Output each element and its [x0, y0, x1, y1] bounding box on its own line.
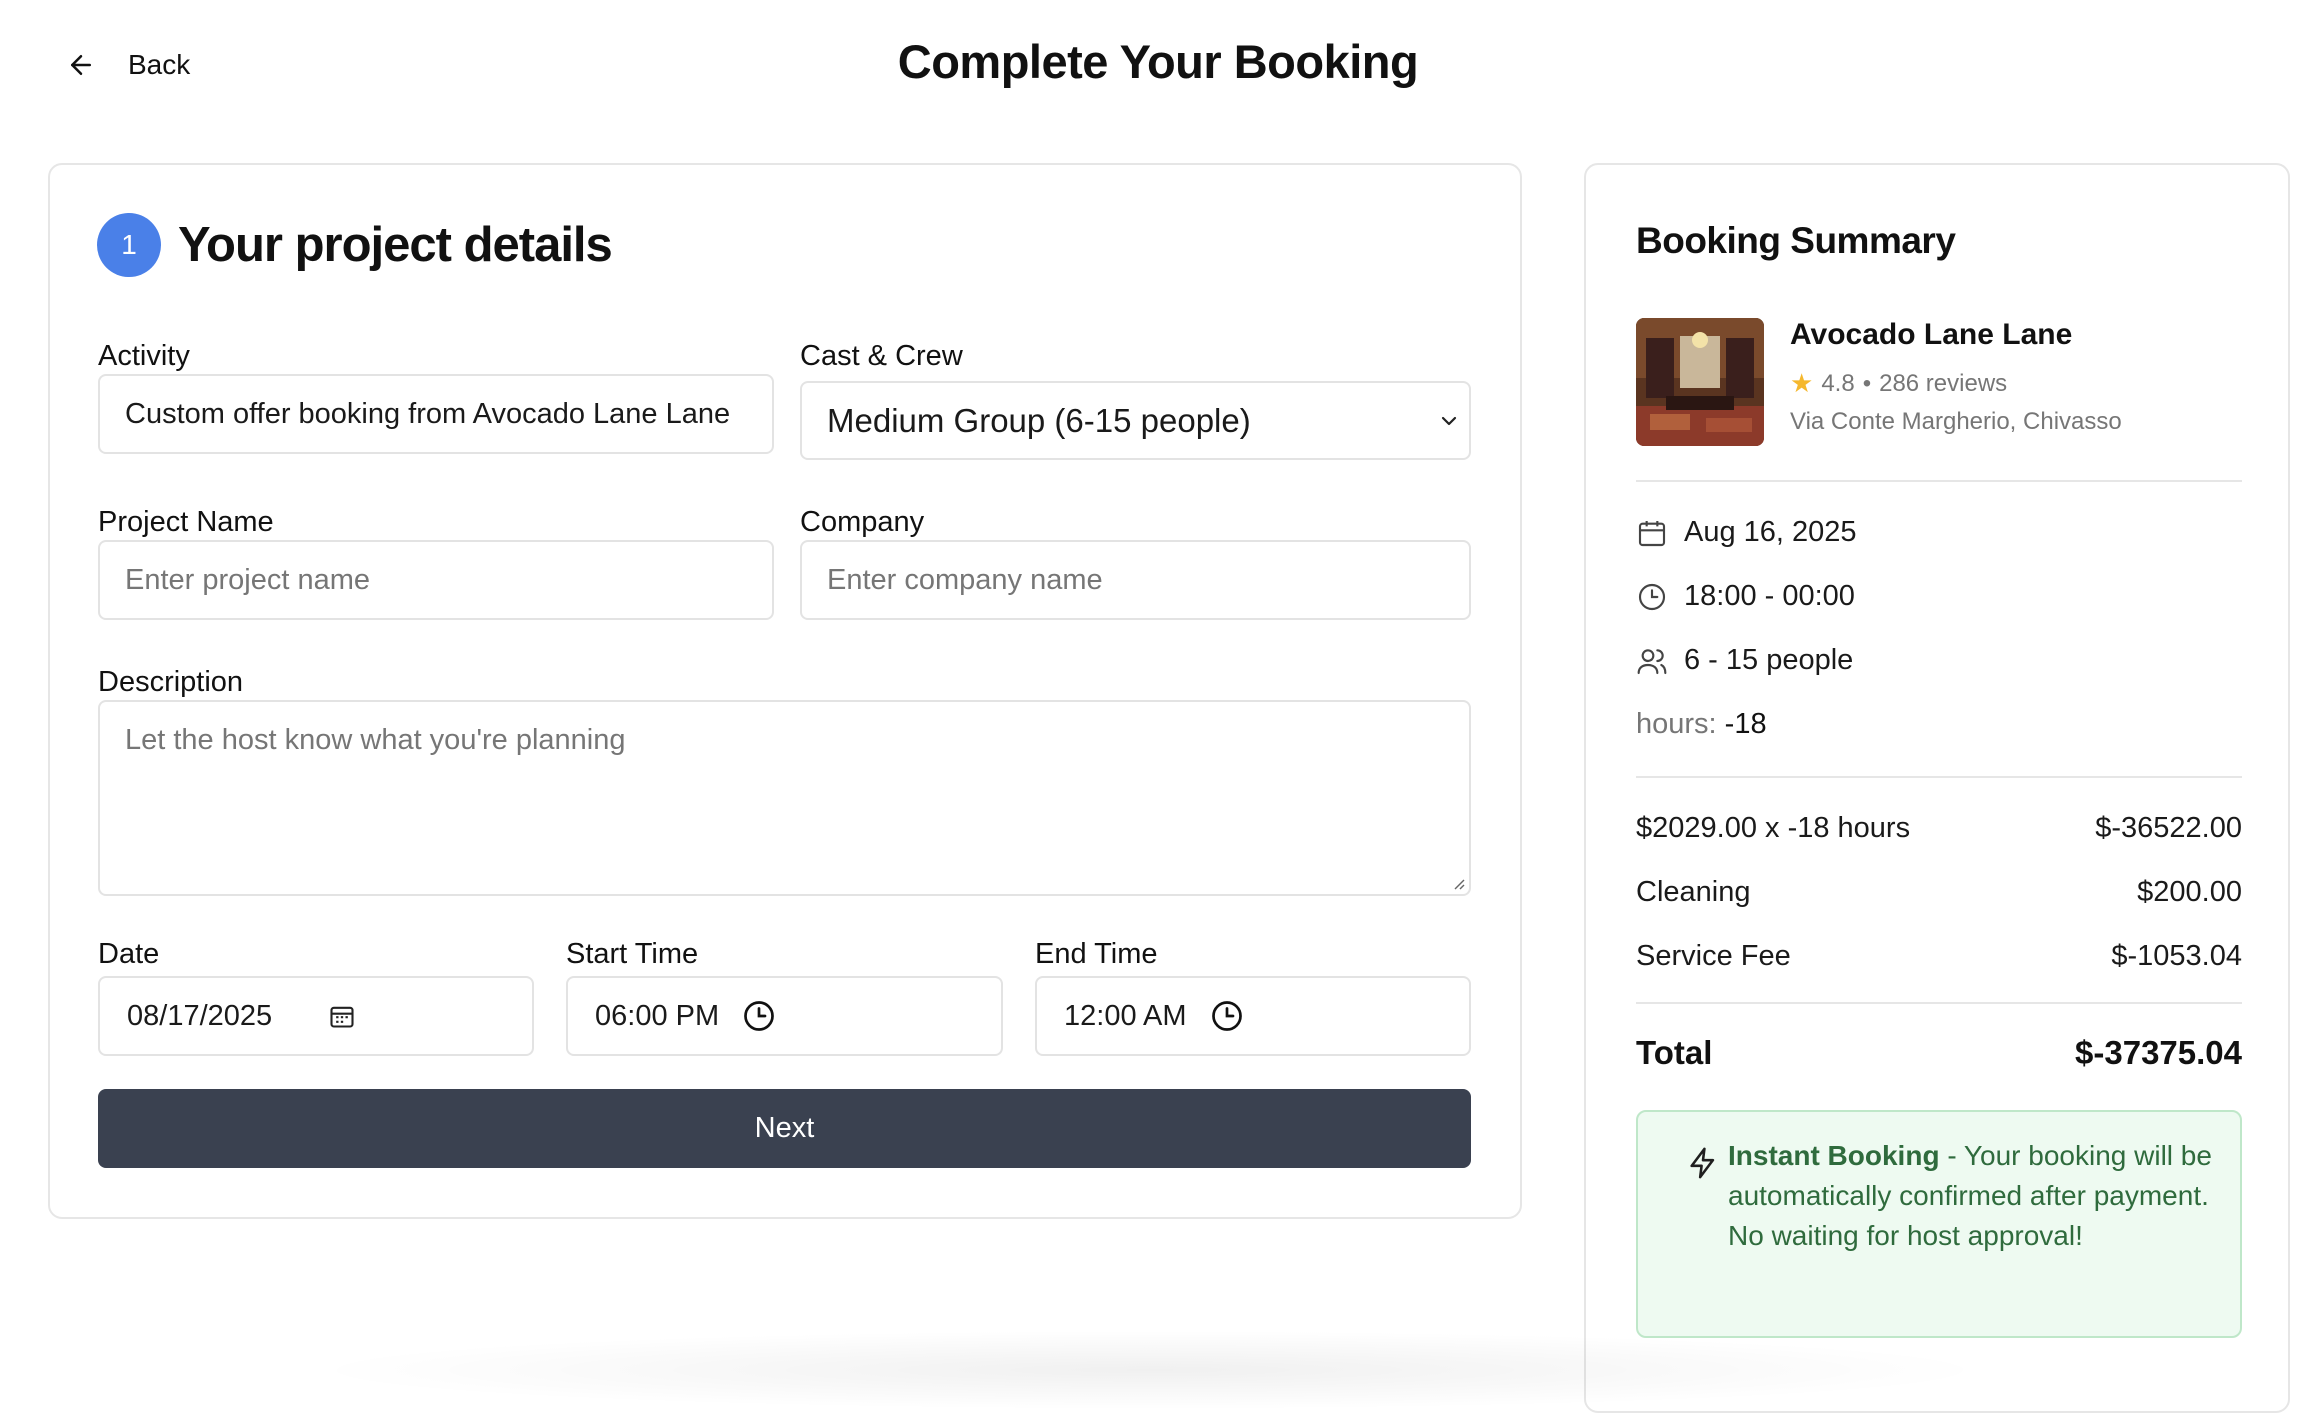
service-fee-row: Service Fee $-1053.04 — [1636, 940, 2242, 973]
page-title: Complete Your Booking — [897, 35, 1419, 88]
start-time-value: 06:00 PM — [595, 999, 720, 1032]
company-placeholder: Enter company name — [827, 563, 1103, 596]
project-name-input[interactable]: Enter project name — [98, 540, 774, 620]
project-name-label: Project Name — [98, 506, 274, 538]
rating-value: 4.8 — [1821, 369, 1855, 397]
cleaning-amount: $200.00 — [2137, 876, 2242, 908]
cast-crew-label: Cast & Crew — [800, 340, 963, 372]
end-time-label: End Time — [1035, 938, 1158, 970]
hours-value: -18 — [1724, 708, 1767, 740]
bottom-shadow — [300, 1330, 2000, 1410]
step-badge: 1 — [97, 213, 161, 277]
price-line-row: $2029.00 x -18 hours $-36522.00 — [1636, 812, 2242, 845]
activity-label: Activity — [98, 340, 190, 372]
divider — [1636, 776, 2242, 778]
clock-icon[interactable] — [741, 998, 777, 1034]
hours-row: hours: -18 — [1636, 708, 1767, 741]
next-button[interactable]: Next — [98, 1089, 1471, 1168]
hours-label: hours: — [1636, 708, 1717, 740]
date-input[interactable]: 08/17/2025 — [98, 976, 534, 1056]
booking-time: 18:00 - 00:00 — [1684, 580, 1855, 612]
chevron-down-icon — [1441, 416, 1457, 425]
project-details-card — [48, 163, 1522, 1219]
instant-booking-text: Instant Booking - Your booking will be a… — [1728, 1136, 2218, 1256]
venue-thumbnail — [1636, 318, 1764, 446]
service-fee-label: Service Fee — [1636, 940, 1791, 972]
service-fee-amount: $-1053.04 — [2111, 940, 2242, 972]
venue-rating: ★ 4.8 • 286 reviews — [1790, 368, 2007, 399]
booking-date-row: Aug 16, 2025 — [1636, 516, 1857, 549]
project-name-placeholder: Enter project name — [125, 563, 371, 596]
date-label: Date — [98, 938, 160, 970]
divider — [1636, 480, 2242, 482]
cleaning-label: Cleaning — [1636, 876, 1751, 908]
star-icon: ★ — [1790, 368, 1814, 398]
total-row: Total $-37375.04 — [1636, 1034, 2242, 1072]
activity-input[interactable]: Custom offer booking from Avocado Lane L… — [98, 374, 774, 454]
review-count: 286 reviews — [1879, 369, 2008, 397]
booking-date: Aug 16, 2025 — [1684, 516, 1857, 548]
date-value: 08/17/2025 — [127, 999, 273, 1032]
description-label: Description — [98, 666, 244, 698]
end-time-value: 12:00 AM — [1064, 999, 1187, 1032]
end-time-input[interactable]: 12:00 AM — [1035, 976, 1471, 1056]
total-amount: $-37375.04 — [2075, 1034, 2242, 1071]
users-icon — [1637, 648, 1667, 674]
company-input[interactable]: Enter company name — [800, 540, 1471, 620]
company-label: Company — [800, 506, 925, 538]
start-time-label: Start Time — [566, 938, 699, 970]
cleaning-row: Cleaning $200.00 — [1636, 876, 2242, 909]
booking-time-row: 18:00 - 00:00 — [1636, 580, 1855, 613]
start-time-input[interactable]: 06:00 PM — [566, 976, 1003, 1056]
instant-booking-notice: Instant Booking - Your booking will be a… — [1636, 1110, 2242, 1338]
rating-separator: • — [1862, 369, 1872, 397]
description-placeholder: Let the host know what you're planning — [125, 724, 626, 756]
summary-title: Booking Summary — [1636, 220, 1956, 261]
venue-photo — [1636, 318, 1764, 446]
total-label: Total — [1636, 1034, 1713, 1071]
venue-name: Avocado Lane Lane — [1790, 318, 2073, 351]
lightning-icon — [1690, 1147, 1715, 1179]
description-textarea[interactable]: Let the host know what you're planning — [98, 700, 1471, 896]
section-title: Your project details — [178, 218, 613, 272]
activity-value: Custom offer booking from Avocado Lane L… — [125, 397, 731, 430]
clock-icon — [1638, 583, 1666, 610]
price-line-amount: $-36522.00 — [2095, 812, 2242, 844]
cast-crew-value: Medium Group (6-15 people) — [827, 401, 1251, 439]
clock-icon[interactable] — [1209, 998, 1245, 1034]
calendar-icon[interactable] — [328, 1002, 356, 1030]
cast-crew-select[interactable]: Medium Group (6-15 people) — [800, 381, 1471, 460]
calendar-icon — [1638, 520, 1666, 546]
booking-people-row: 6 - 15 people — [1636, 644, 1853, 677]
resize-handle-icon[interactable] — [1449, 874, 1465, 890]
booking-people: 6 - 15 people — [1684, 644, 1854, 676]
divider — [1636, 1002, 2242, 1004]
instant-booking-title: Instant Booking — [1728, 1140, 1940, 1171]
price-line-label: $2029.00 x -18 hours — [1636, 812, 1911, 844]
venue-address: Via Conte Margherio, Chivasso — [1790, 408, 2122, 435]
